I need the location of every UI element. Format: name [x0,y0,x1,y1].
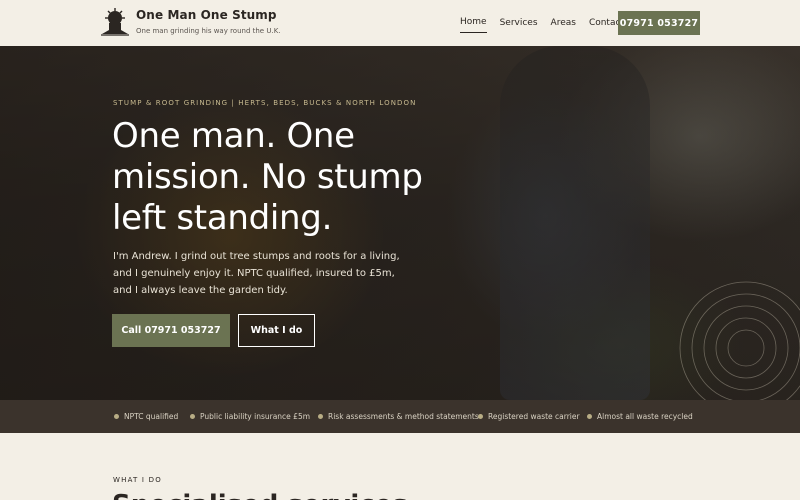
trust-item: Almost all waste recycled [587,400,693,433]
call-button[interactable]: Call 07971 053727 [112,314,230,347]
trust-item-label: Public liability insurance £5m [200,412,311,421]
brand-name[interactable]: One Man One Stump [136,8,277,22]
bullet-dot-icon [114,414,119,419]
tree-rings-decoration [679,281,800,400]
hero-eyebrow: STUMP & ROOT GRINDING | HERTS, BEDS, BUC… [113,99,417,107]
trust-item: NPTC qualified [114,400,178,433]
services-eyebrow: WHAT I DO [113,476,162,484]
site-header: One Man One Stump One man grinding his w… [0,0,800,46]
main-nav: Home Services Areas Contact [460,0,637,46]
trust-item: Public liability insurance £5m [190,400,310,433]
trust-item-label: Risk assessments & method statements [328,412,479,421]
trust-bar: NPTC qualified Public liability insuranc… [0,400,800,433]
trust-item-label: Almost all waste recycled [597,412,693,421]
hero-section: STUMP & ROOT GRINDING | HERTS, BEDS, BUC… [0,46,800,400]
bullet-dot-icon [318,414,323,419]
trust-item: Risk assessments & method statements [318,400,479,433]
trust-item-label: NPTC qualified [124,412,179,421]
trust-item: Registered waste carrier [478,400,580,433]
hero-body: I'm Andrew. I grind out tree stumps and … [113,251,400,296]
bullet-dot-icon [587,414,592,419]
brand-tagline: One man grinding his way round the U.K. [136,27,281,35]
bullet-dot-icon [190,414,195,419]
services-title: Specialised services [112,490,408,500]
hero-title: One man. One mission. No stump left stan… [112,116,423,238]
nav-item-services[interactable]: Services [500,14,538,33]
bullet-dot-icon [478,414,483,419]
nav-item-areas[interactable]: Areas [551,14,576,33]
what-i-do-button[interactable]: What I do [238,314,315,347]
stump-grinder-logo-icon[interactable] [100,8,130,36]
header-call-button[interactable]: 07971 053727 [618,11,700,35]
nav-item-home[interactable]: Home [460,13,487,33]
trust-item-label: Registered waste carrier [488,412,580,421]
